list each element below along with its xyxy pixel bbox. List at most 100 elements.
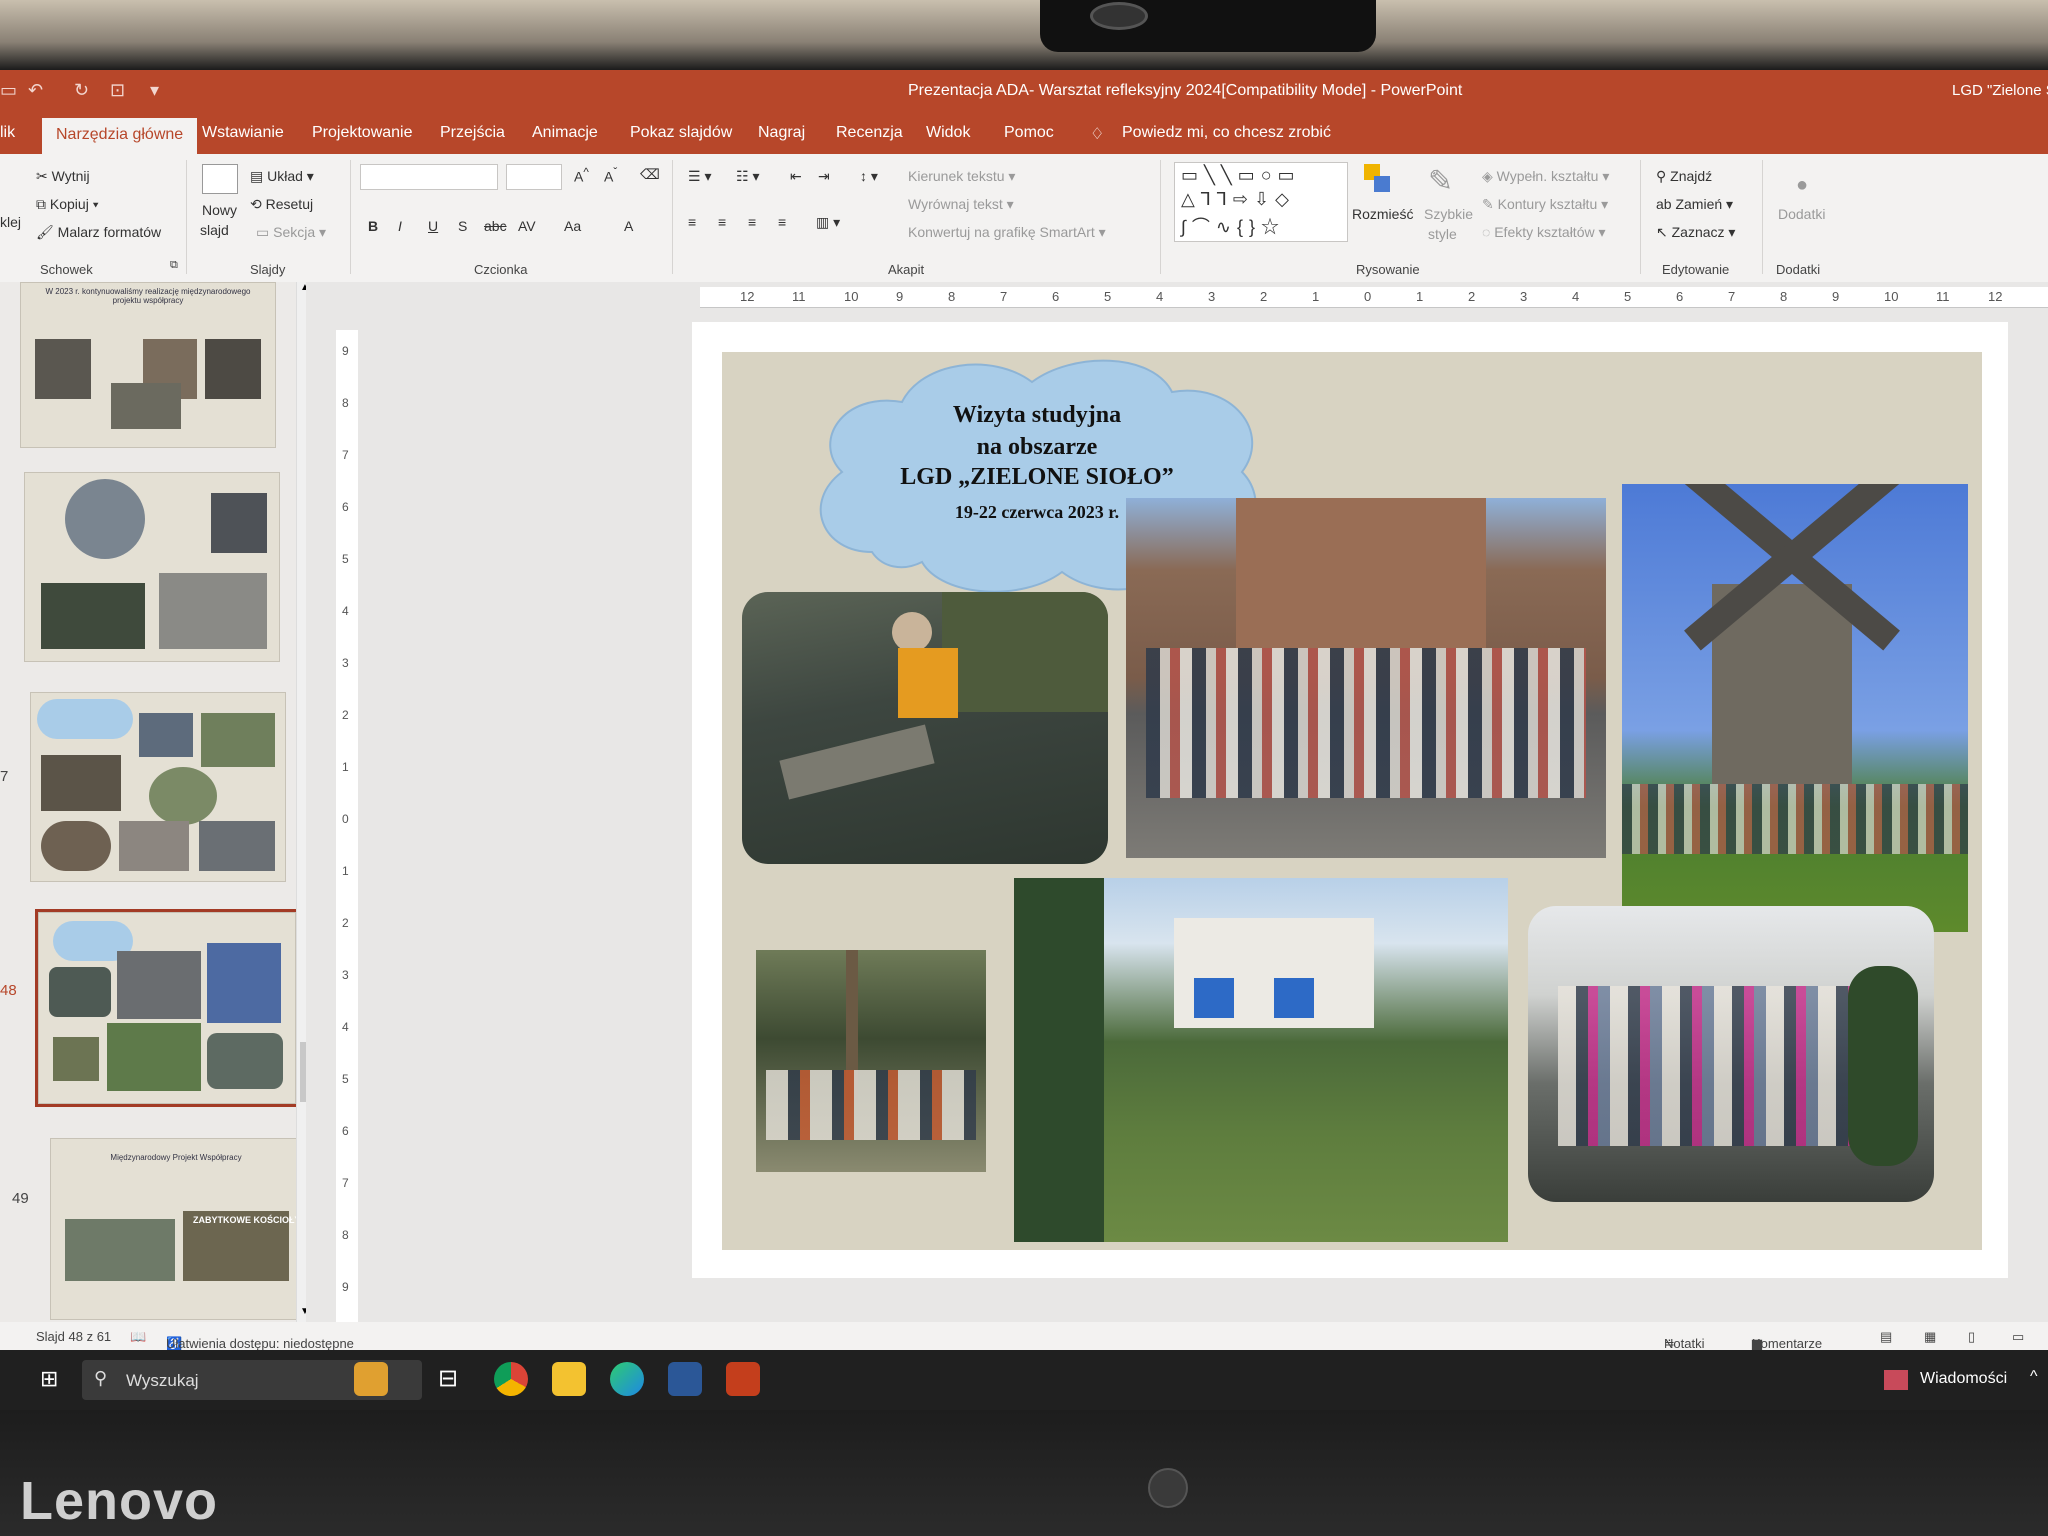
slide-thumbnail-selected[interactable] bbox=[35, 909, 299, 1107]
reset-button[interactable]: ⟲ Resetuj bbox=[250, 196, 313, 213]
chrome-icon[interactable] bbox=[494, 1362, 528, 1396]
thumbnail-photo bbox=[201, 713, 275, 767]
smartart-button[interactable]: Konwertuj na grafikę SmartArt ▾ bbox=[908, 224, 1106, 241]
cut-button[interactable]: ✂ Wytnij bbox=[36, 168, 90, 185]
font-name-combo[interactable] bbox=[360, 164, 498, 190]
arrange-icon[interactable] bbox=[1364, 164, 1394, 198]
char-spacing-button[interactable]: AV bbox=[518, 218, 536, 234]
undo-icon[interactable]: ↶ bbox=[28, 80, 43, 101]
file-explorer-icon[interactable] bbox=[552, 1362, 586, 1396]
font-size-combo[interactable] bbox=[506, 164, 562, 190]
new-slide-icon[interactable] bbox=[202, 164, 238, 194]
slide-thumbnail[interactable] bbox=[24, 472, 280, 662]
quick-styles-icon[interactable]: ✎ bbox=[1428, 164, 1453, 199]
photo-garden-rest[interactable] bbox=[756, 950, 986, 1172]
save-icon[interactable]: ▭ bbox=[0, 80, 17, 101]
bullets-icon[interactable]: ☰ ▾ bbox=[688, 168, 711, 185]
addins-icon[interactable]: ● bbox=[1796, 174, 1808, 197]
strikethrough-button[interactable]: abc bbox=[484, 218, 507, 234]
increase-indent-icon[interactable]: ⇥ bbox=[818, 168, 830, 185]
redo-icon[interactable]: ↻ bbox=[74, 80, 89, 101]
current-slide[interactable]: Wizyta studyjna na obszarze LGD „ZIELONE… bbox=[692, 322, 2008, 1278]
italic-button[interactable]: I bbox=[398, 218, 402, 234]
photo-white-house[interactable] bbox=[1014, 878, 1508, 1242]
select-button[interactable]: ↖ Zaznacz ▾ bbox=[1656, 224, 1735, 241]
word-icon[interactable] bbox=[668, 1362, 702, 1396]
numbering-icon[interactable]: ☷ ▾ bbox=[736, 168, 759, 185]
chevron-up-icon[interactable]: ^ bbox=[2030, 1368, 2038, 1386]
tell-me-search[interactable]: Powiedz mi, co chcesz zrobić bbox=[1122, 124, 1331, 142]
photo-fishing-in-water[interactable] bbox=[742, 592, 1108, 864]
slide-thumbnail[interactable]: W 2023 r. kontynuowaliśmy realizację mię… bbox=[20, 282, 276, 448]
bold-button[interactable]: B bbox=[368, 218, 378, 234]
spellcheck-icon[interactable]: 📖 bbox=[130, 1329, 146, 1345]
format-painter-button[interactable]: 🖌 Malarz formatów bbox=[36, 224, 161, 241]
shape-outline-button[interactable]: ✎ Kontury kształtu ▾ bbox=[1482, 196, 1608, 213]
tab-design[interactable]: Projektowanie bbox=[312, 124, 413, 142]
tab-file[interactable]: lik bbox=[0, 124, 15, 142]
tab-insert[interactable]: Wstawianie bbox=[202, 124, 284, 142]
photo-group-at-house[interactable] bbox=[1528, 906, 1934, 1202]
tab-view[interactable]: Widok bbox=[926, 124, 970, 142]
shrink-font-icon[interactable]: Aˇ bbox=[604, 166, 617, 185]
change-case-button[interactable]: Aa bbox=[564, 218, 581, 234]
new-slide-button[interactable]: Nowy bbox=[202, 202, 237, 218]
shadow-button[interactable]: S bbox=[458, 218, 467, 234]
windows-start-icon[interactable]: ⊞ bbox=[40, 1366, 58, 1392]
photo-group-at-church[interactable] bbox=[1126, 498, 1606, 858]
layout-button[interactable]: ▤ Układ ▾ bbox=[250, 168, 314, 185]
present-icon[interactable]: ⊡ bbox=[110, 80, 125, 101]
tab-transitions[interactable]: Przejścia bbox=[440, 124, 505, 142]
clear-format-icon[interactable]: ⌫ bbox=[640, 166, 660, 183]
customize-toolbar-icon[interactable]: ▾ bbox=[150, 80, 159, 101]
copy-button[interactable]: ⧉ Kopiuj ▾ bbox=[36, 196, 99, 213]
slide-sorter-icon[interactable]: ▦ bbox=[1924, 1329, 1936, 1345]
tab-record[interactable]: Nagraj bbox=[758, 124, 805, 142]
normal-view-icon[interactable]: ▤ bbox=[1880, 1329, 1892, 1345]
decrease-indent-icon[interactable]: ⇤ bbox=[790, 168, 802, 185]
underline-button[interactable]: U bbox=[428, 218, 438, 234]
shapes-gallery[interactable]: ▭╲╲▭○▭ △⅂⅂⇨⇩◇ ∫⌒∿{}☆ bbox=[1174, 162, 1348, 242]
find-button[interactable]: ⚲ Znajdź bbox=[1656, 168, 1712, 185]
line-spacing-icon[interactable]: ↕ ▾ bbox=[860, 168, 878, 185]
font-color-button[interactable]: A bbox=[624, 218, 633, 234]
powerpoint-icon[interactable] bbox=[726, 1362, 760, 1396]
text-direction-button[interactable]: Kierunek tekstu ▾ bbox=[908, 168, 1015, 185]
tab-slideshow[interactable]: Pokaz slajdów bbox=[630, 124, 732, 142]
clipboard-launcher-icon[interactable]: ⧉ bbox=[170, 259, 178, 272]
tab-review[interactable]: Recenzja bbox=[836, 124, 903, 142]
shape-fill-button[interactable]: ◈ Wypełn. kształtu ▾ bbox=[1482, 168, 1609, 185]
tab-help[interactable]: Pomoc bbox=[1004, 124, 1054, 142]
paste-button[interactable]: klej bbox=[0, 214, 21, 230]
tab-home[interactable]: Narzędzia główne bbox=[42, 118, 198, 154]
align-text-button[interactable]: Wyrównaj tekst ▾ bbox=[908, 196, 1014, 213]
edge-icon[interactable] bbox=[610, 1362, 644, 1396]
task-view-icon[interactable]: ⊟ bbox=[438, 1364, 458, 1393]
slideshow-icon[interactable]: ▭ bbox=[2012, 1329, 2024, 1345]
briefcase-icon[interactable] bbox=[354, 1362, 388, 1396]
section-button[interactable]: ▭ Sekcja ▾ bbox=[256, 224, 326, 241]
slide-counter: Slajd 48 z 61 bbox=[36, 1329, 112, 1344]
shape-effects-button[interactable]: ◌ Efekty kształtów ▾ bbox=[1482, 224, 1606, 241]
justify-icon[interactable]: ≡ bbox=[778, 214, 786, 230]
new-slide-button-line2[interactable]: slajd bbox=[200, 222, 229, 238]
slide-thumbnail[interactable]: Międzynarodowy Projekt Współpracy ZABYTK… bbox=[50, 1138, 302, 1320]
photo-windmill[interactable] bbox=[1622, 484, 1968, 932]
quick-styles-button[interactable]: Szybkie bbox=[1424, 206, 1473, 222]
align-right-icon[interactable]: ≡ bbox=[748, 214, 756, 230]
columns-icon[interactable]: ▥ ▾ bbox=[816, 214, 840, 231]
arrange-button[interactable]: Rozmieść bbox=[1352, 206, 1413, 222]
news-widget[interactable]: Wiadomości bbox=[1920, 1370, 2007, 1388]
addins-button[interactable]: Dodatki bbox=[1778, 206, 1825, 222]
reading-view-icon[interactable]: ▯ bbox=[1968, 1329, 1975, 1345]
tab-animations[interactable]: Animacje bbox=[532, 124, 598, 142]
slide-thumbnail[interactable] bbox=[30, 692, 286, 882]
align-left-icon[interactable]: ≡ bbox=[688, 214, 696, 230]
paint-bucket-icon: ◈ bbox=[1482, 168, 1497, 184]
align-center-icon[interactable]: ≡ bbox=[718, 214, 726, 230]
slide-thumbnails-pane[interactable]: W 2023 r. kontynuowaliśmy realizację mię… bbox=[0, 282, 306, 1322]
quick-styles-button-line2[interactable]: style bbox=[1428, 226, 1457, 242]
grow-font-icon[interactable]: A^ bbox=[574, 166, 589, 185]
replace-button[interactable]: ab Zamień ▾ bbox=[1656, 196, 1733, 213]
account-name[interactable]: LGD "Zielone Si bbox=[1952, 82, 2048, 99]
